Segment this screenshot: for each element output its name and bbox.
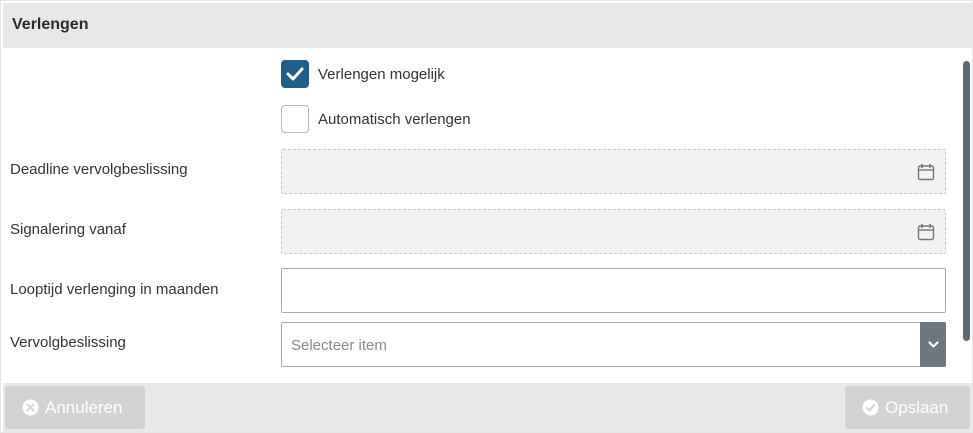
looptijd-input[interactable] [281, 268, 946, 313]
select-dropdown-button[interactable] [920, 322, 946, 367]
dialog-header: Verlengen [3, 3, 972, 48]
deadline-label: Deadline vervolgbeslissing [10, 161, 188, 178]
automatisch-verlengen-label: Automatisch verlengen [318, 110, 471, 128]
select-placeholder: Selecteer item [291, 337, 387, 354]
extend-dialog: Verlengen Verlengen mogelijk Automatisch… [0, 0, 973, 433]
save-button[interactable]: Opslaan [845, 386, 970, 429]
vervolgbeslissing-label: Vervolgbeslissing [10, 334, 126, 351]
verlengen-mogelijk-checkbox[interactable] [281, 60, 309, 88]
verlengen-mogelijk-row[interactable]: Verlengen mogelijk [281, 60, 445, 88]
signalering-input[interactable] [281, 209, 946, 254]
dialog-title: Verlengen [12, 16, 89, 33]
signalering-label: Signalering vanaf [10, 221, 126, 238]
deadline-input[interactable] [281, 149, 946, 194]
calendar-icon[interactable] [917, 163, 935, 181]
dialog-footer: Annuleren Opslaan [3, 383, 972, 432]
chevron-down-icon [927, 340, 939, 348]
scrollbar[interactable] [963, 61, 970, 341]
automatisch-verlengen-row[interactable]: Automatisch verlengen [281, 105, 471, 133]
close-circle-icon [22, 399, 39, 416]
calendar-icon[interactable] [917, 223, 935, 241]
dialog-body: Verlengen mogelijk Automatisch verlengen… [3, 48, 972, 381]
cancel-button[interactable]: Annuleren [5, 386, 145, 429]
verlengen-mogelijk-label: Verlengen mogelijk [318, 65, 445, 83]
looptijd-label: Looptijd verlenging in maanden [10, 281, 219, 298]
automatisch-verlengen-checkbox[interactable] [281, 105, 309, 133]
save-button-label: Opslaan [885, 397, 949, 417]
checkmark-icon [286, 67, 304, 81]
check-circle-icon [862, 399, 879, 416]
vervolgbeslissing-select[interactable]: Selecteer item [281, 322, 946, 367]
cancel-button-label: Annuleren [45, 397, 123, 417]
